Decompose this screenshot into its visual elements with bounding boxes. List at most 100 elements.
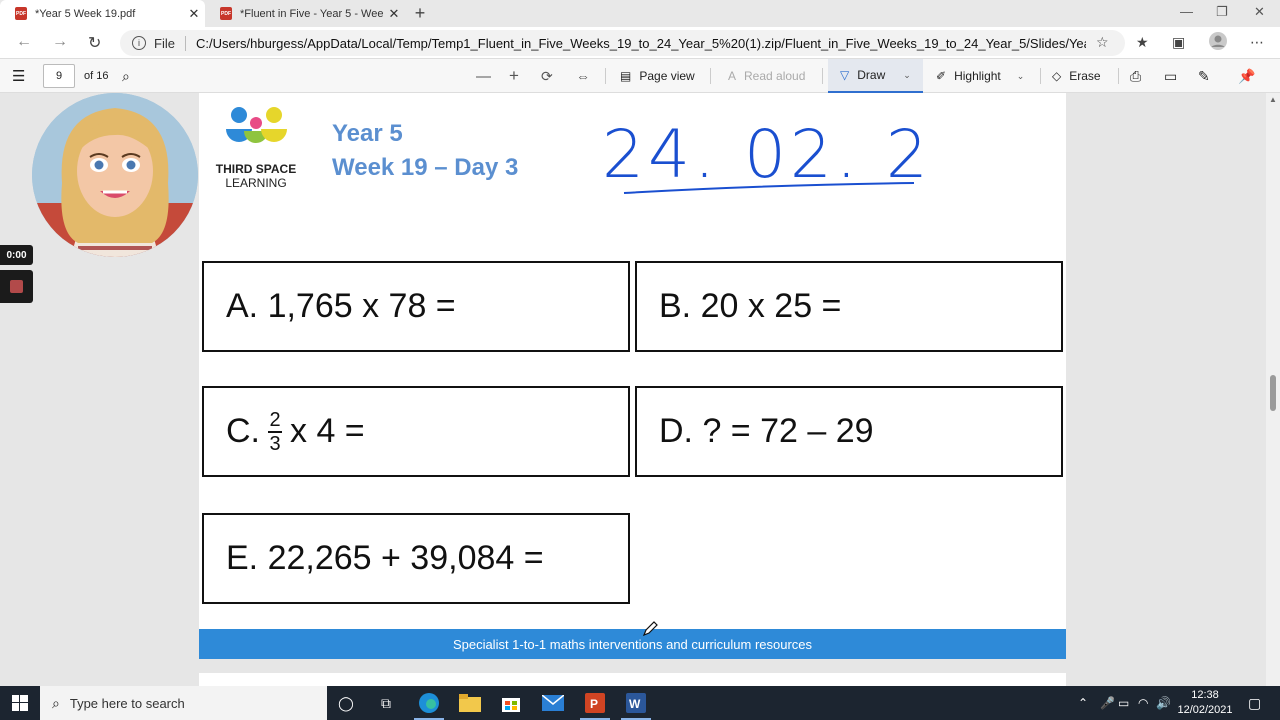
read-aloud-icon: A — [728, 69, 737, 83]
erase-label: Erase — [1069, 69, 1101, 83]
pdf-icon: PDF — [15, 7, 27, 20]
brand-text: THIRD SPACE LEARNING — [210, 162, 302, 190]
question-d-text: D. ? = 72 – 29 — [659, 412, 874, 450]
read-aloud-button[interactable]: A Read aloud — [728, 59, 805, 93]
word-icon[interactable]: W — [624, 691, 648, 715]
stop-recording-button[interactable] — [0, 270, 33, 303]
tab-year5-week19-pdf[interactable]: PDF *Year 5 Week 19.pdf ✕ — [0, 0, 205, 27]
page-number-input[interactable]: 9 — [43, 64, 75, 88]
file-label: File — [154, 35, 186, 51]
notifications-icon[interactable]: ▢ — [1248, 686, 1261, 720]
draw-icon: ▽ — [840, 68, 850, 82]
pdf-page: THIRD SPACE LEARNING Year 5 Week 19 – Da… — [199, 93, 1066, 659]
favorites-icon[interactable]: ★ — [1136, 34, 1149, 51]
wifi-icon[interactable]: ◠ — [1138, 686, 1148, 720]
file-explorer-icon[interactable] — [458, 691, 482, 715]
refresh-icon[interactable]: ↻ — [88, 33, 101, 53]
contents-icon[interactable]: ☰ — [12, 59, 25, 93]
fraction-numerator: 2 — [269, 408, 281, 431]
page-view-button[interactable]: ▤ Page view — [620, 59, 695, 93]
collections-icon[interactable]: ▣ — [1172, 34, 1185, 51]
question-b-text: B. 20 x 25 = — [659, 287, 842, 325]
new-tab-button[interactable]: + — [410, 4, 430, 22]
task-view-icon[interactable]: ⧉ — [374, 691, 398, 715]
microphone-icon[interactable]: 🎤 — [1100, 686, 1115, 720]
address-bar: ← → ↻ i File C:/Users/hburgess/AppData/L… — [0, 27, 1280, 59]
vertical-scrollbar[interactable]: ▲ — [1266, 93, 1280, 686]
chevron-down-icon[interactable]: ⌄ — [1017, 71, 1025, 82]
store-icon[interactable] — [499, 691, 523, 715]
clock-time: 12:38 — [1191, 689, 1219, 701]
taskbar-search[interactable]: ⌕ Type here to search — [40, 686, 327, 720]
save-as-icon[interactable]: ✎ — [1198, 59, 1210, 93]
windows-taskbar: ⌕ Type here to search ◯ ⧉ P W ⌃ 🎤 ▭ ◠ 🔊 … — [0, 686, 1280, 720]
maximize-icon[interactable]: ❐ — [1216, 4, 1228, 20]
mail-icon[interactable] — [541, 691, 565, 715]
forward-icon[interactable]: → — [52, 33, 68, 51]
clock-date: 12/02/2021 — [1177, 704, 1233, 716]
question-c-prefix: C. — [226, 412, 260, 450]
more-icon[interactable]: ⋯ — [1250, 34, 1264, 51]
add-favorite-icon[interactable]: ☆ — [1096, 34, 1109, 51]
erase-button[interactable]: ◇ Erase — [1052, 59, 1101, 93]
brand-line2: LEARNING — [225, 176, 287, 190]
start-button[interactable] — [0, 686, 40, 720]
minimize-icon[interactable]: — — [1180, 4, 1193, 19]
read-aloud-label: Read aloud — [744, 69, 806, 83]
next-pdf-page — [199, 673, 1066, 686]
pdf-toolbar: ☰ 9 of 16 ⌕ — + ⟳ ⇔ ▤ Page view A Read a… — [0, 59, 1280, 93]
window-close-icon[interactable]: ✕ — [1254, 4, 1265, 20]
scroll-up-icon[interactable]: ▲ — [1269, 95, 1277, 104]
page-view-icon: ▤ — [620, 69, 632, 83]
pdf-viewer[interactable]: THIRD SPACE LEARNING Year 5 Week 19 – Da… — [0, 93, 1280, 686]
webcam-avatar — [32, 93, 198, 257]
brand-line1: THIRD SPACE — [215, 162, 297, 176]
chevron-down-icon[interactable]: ⌄ — [903, 70, 911, 81]
question-a: A. 1,765 x 78 = — [202, 261, 630, 352]
save-icon[interactable]: ▭ — [1164, 59, 1177, 93]
stop-icon — [10, 280, 23, 293]
slide-footer: Specialist 1-to-1 maths interventions an… — [199, 629, 1066, 659]
pin-icon[interactable]: 📌 — [1238, 59, 1255, 93]
draw-label: Draw — [857, 68, 886, 82]
question-b: B. 20 x 25 = — [635, 261, 1063, 352]
tray-chevron-icon[interactable]: ⌃ — [1078, 686, 1088, 720]
battery-icon[interactable]: ▭ — [1118, 686, 1129, 720]
taskbar-clock[interactable]: 12:38 12/02/2021 — [1172, 688, 1238, 718]
close-icon[interactable]: ✕ — [383, 6, 405, 22]
volume-icon[interactable]: 🔊 — [1156, 686, 1171, 720]
scrollbar-thumb[interactable] — [1270, 375, 1276, 411]
question-e-text: E. 22,265 + 39,084 = — [226, 539, 544, 577]
url-text: C:/Users/hburgess/AppData/Local/Temp/Tem… — [195, 35, 1086, 51]
pdf-icon: PDF — [220, 7, 232, 20]
tab-title: *Year 5 Week 19.pdf — [35, 7, 136, 20]
search-icon[interactable]: ⌕ — [122, 59, 130, 93]
svg-text:W: W — [629, 697, 641, 711]
print-icon[interactable]: ⎙ — [1130, 59, 1141, 93]
handwritten-date-text: 24. 02. 21 — [602, 116, 924, 193]
zoom-in-icon[interactable]: + — [509, 59, 519, 93]
question-c: C. 2 3 x 4 = — [202, 386, 630, 477]
highlight-button[interactable]: ✐ Highlight ⌄ — [936, 59, 1024, 93]
eraser-icon: ◇ — [1052, 69, 1062, 83]
close-icon[interactable]: ✕ — [183, 6, 205, 22]
url-field[interactable]: i File C:/Users/hburgess/AppData/Local/T… — [120, 30, 1125, 56]
page-view-label: Page view — [639, 69, 695, 83]
profile-avatar[interactable] — [1208, 31, 1228, 54]
rotate-icon[interactable]: ⟳ — [541, 59, 553, 93]
edge-icon[interactable] — [417, 691, 441, 715]
fit-page-icon[interactable]: ⇔ — [576, 59, 590, 93]
info-icon[interactable]: i — [132, 36, 146, 50]
zoom-out-icon[interactable]: — — [476, 59, 491, 93]
taskbar-search-placeholder: Type here to search — [69, 695, 185, 711]
powerpoint-icon[interactable]: P — [583, 691, 607, 715]
handwritten-date: 24. 02. 21 — [602, 116, 924, 194]
cortana-icon[interactable]: ◯ — [334, 691, 358, 715]
question-c-suffix: x 4 = — [290, 412, 365, 450]
draw-button[interactable]: ▽ Draw ⌄ — [828, 59, 923, 93]
tab-strip: PDF *Year 5 Week 19.pdf ✕ PDF *Fluent in… — [0, 0, 1280, 27]
back-icon[interactable]: ← — [16, 33, 32, 51]
slide-title-week: Week 19 – Day 3 — [332, 154, 519, 181]
tab-fluent-in-five[interactable]: PDF *Fluent in Five - Year 5 - Week 19 ✕ — [205, 0, 405, 27]
slide-title-year: Year 5 — [332, 120, 403, 147]
